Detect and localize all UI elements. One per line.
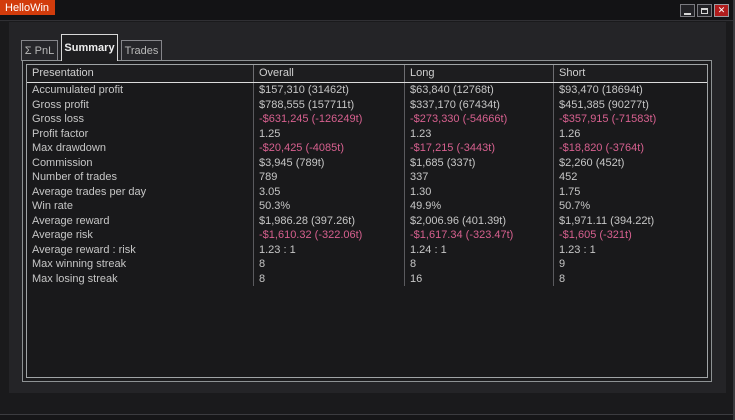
table-row[interactable]: Max losing streak8168 xyxy=(27,272,707,287)
cell-short: -$18,820 (-3764t) xyxy=(554,141,707,156)
cell-overall: 1.25 xyxy=(254,127,405,142)
cell-overall: $157,310 (31462t) xyxy=(254,83,405,98)
close-icon[interactable]: ✕ xyxy=(714,4,729,17)
table-row[interactable]: Average trades per day3.051.301.75 xyxy=(27,185,707,200)
cell-overall: $788,555 (157711t) xyxy=(254,98,405,113)
cell-label: Accumulated profit xyxy=(27,83,254,98)
cell-label: Average reward xyxy=(27,214,254,229)
tab-summary[interactable]: Summary xyxy=(61,34,118,61)
cell-overall: -$20,425 (-4085t) xyxy=(254,141,405,156)
summary-tab-page: Presentation Overall Long Short Accumula… xyxy=(22,60,712,382)
cell-label: Max drawdown xyxy=(27,141,254,156)
cell-overall: 1.23 : 1 xyxy=(254,243,405,258)
cell-short: $93,470 (18694t) xyxy=(554,83,707,98)
cell-overall: 8 xyxy=(254,272,405,287)
maximize-icon[interactable] xyxy=(697,4,712,17)
cell-long: $63,840 (12768t) xyxy=(405,83,554,98)
cell-long: 8 xyxy=(405,257,554,272)
table-row[interactable]: Profit factor1.251.231.26 xyxy=(27,127,707,142)
table-row[interactable]: Accumulated profit$157,310 (31462t)$63,8… xyxy=(27,83,707,98)
tab-trades[interactable]: Trades xyxy=(121,40,162,61)
cell-overall: 3.05 xyxy=(254,185,405,200)
window-title: HelloWin xyxy=(0,0,55,15)
cell-long: -$17,215 (-3443t) xyxy=(405,141,554,156)
cell-long: -$273,330 (-54666t) xyxy=(405,112,554,127)
cell-overall: $3,945 (789t) xyxy=(254,156,405,171)
cell-long: 16 xyxy=(405,272,554,287)
table-row[interactable]: Average reward$1,986.28 (397.26t)$2,006.… xyxy=(27,214,707,229)
cell-label: Gross loss xyxy=(27,112,254,127)
table-body: Accumulated profit$157,310 (31462t)$63,8… xyxy=(27,83,707,286)
cell-short: $2,260 (452t) xyxy=(554,156,707,171)
table-header: Presentation Overall Long Short xyxy=(27,65,707,83)
window-frame-bottom xyxy=(0,414,735,420)
cell-long: 1.30 xyxy=(405,185,554,200)
cell-short: 452 xyxy=(554,170,707,185)
table-row[interactable]: Max drawdown-$20,425 (-4085t)-$17,215 (-… xyxy=(27,141,707,156)
minimize-icon[interactable] xyxy=(680,4,695,17)
cell-overall: 50.3% xyxy=(254,199,405,214)
cell-short: 8 xyxy=(554,272,707,287)
cell-label: Max losing streak xyxy=(27,272,254,287)
table-row[interactable]: Average reward : risk1.23 : 11.24 : 11.2… xyxy=(27,243,707,258)
top-tabstrip: Σ PnL Summary Trades xyxy=(21,33,711,61)
cell-overall: -$631,245 (-126249t) xyxy=(254,112,405,127)
cell-short: $1,971.11 (394.22t) xyxy=(554,214,707,229)
cell-short: 1.26 xyxy=(554,127,707,142)
cell-overall: 8 xyxy=(254,257,405,272)
cell-short: $451,385 (90277t) xyxy=(554,98,707,113)
cell-long: $337,170 (67434t) xyxy=(405,98,554,113)
cell-overall: -$1,610.32 (-322.06t) xyxy=(254,228,405,243)
cell-short: -$1,605 (-321t) xyxy=(554,228,707,243)
column-header-presentation[interactable]: Presentation xyxy=(27,65,254,82)
cell-long: 1.23 xyxy=(405,127,554,142)
title-bar: HelloWin ✕ xyxy=(0,0,735,21)
column-header-overall[interactable]: Overall xyxy=(254,65,405,82)
cell-label: Commission xyxy=(27,156,254,171)
cell-long: 49.9% xyxy=(405,199,554,214)
tab-pnl[interactable]: Σ PnL xyxy=(21,40,58,61)
column-header-long[interactable]: Long xyxy=(405,65,554,82)
cell-label: Average risk xyxy=(27,228,254,243)
cell-label: Average trades per day xyxy=(27,185,254,200)
stats-table: Presentation Overall Long Short Accumula… xyxy=(26,64,708,378)
app-window: HelloWin ✕ Σ PnL Summary Trades Presenta… xyxy=(0,0,735,420)
table-row[interactable]: Commission$3,945 (789t)$1,685 (337t)$2,2… xyxy=(27,156,707,171)
cell-label: Number of trades xyxy=(27,170,254,185)
cell-long: -$1,617.34 (-323.47t) xyxy=(405,228,554,243)
cell-label: Gross profit xyxy=(27,98,254,113)
cell-overall: 789 xyxy=(254,170,405,185)
cell-short: 1.23 : 1 xyxy=(554,243,707,258)
column-header-short[interactable]: Short xyxy=(554,65,707,82)
cell-label: Profit factor xyxy=(27,127,254,142)
cell-long: $2,006.96 (401.39t) xyxy=(405,214,554,229)
cell-overall: $1,986.28 (397.26t) xyxy=(254,214,405,229)
table-row[interactable]: Average risk-$1,610.32 (-322.06t)-$1,617… xyxy=(27,228,707,243)
cell-short: -$357,915 (-71583t) xyxy=(554,112,707,127)
cell-label: Max winning streak xyxy=(27,257,254,272)
table-row[interactable]: Max winning streak889 xyxy=(27,257,707,272)
table-row[interactable]: Gross loss-$631,245 (-126249t)-$273,330 … xyxy=(27,112,707,127)
cell-short: 9 xyxy=(554,257,707,272)
cell-label: Win rate xyxy=(27,199,254,214)
table-row[interactable]: Win rate50.3%49.9%50.7% xyxy=(27,199,707,214)
window-controls: ✕ xyxy=(680,4,729,17)
cell-long: 1.24 : 1 xyxy=(405,243,554,258)
cell-long: 337 xyxy=(405,170,554,185)
client-area: Σ PnL Summary Trades Presentation Overal… xyxy=(9,22,726,393)
cell-short: 50.7% xyxy=(554,199,707,214)
table-row[interactable]: Gross profit$788,555 (157711t)$337,170 (… xyxy=(27,98,707,113)
cell-label: Average reward : risk xyxy=(27,243,254,258)
table-row[interactable]: Number of trades789337452 xyxy=(27,170,707,185)
cell-short: 1.75 xyxy=(554,185,707,200)
cell-long: $1,685 (337t) xyxy=(405,156,554,171)
